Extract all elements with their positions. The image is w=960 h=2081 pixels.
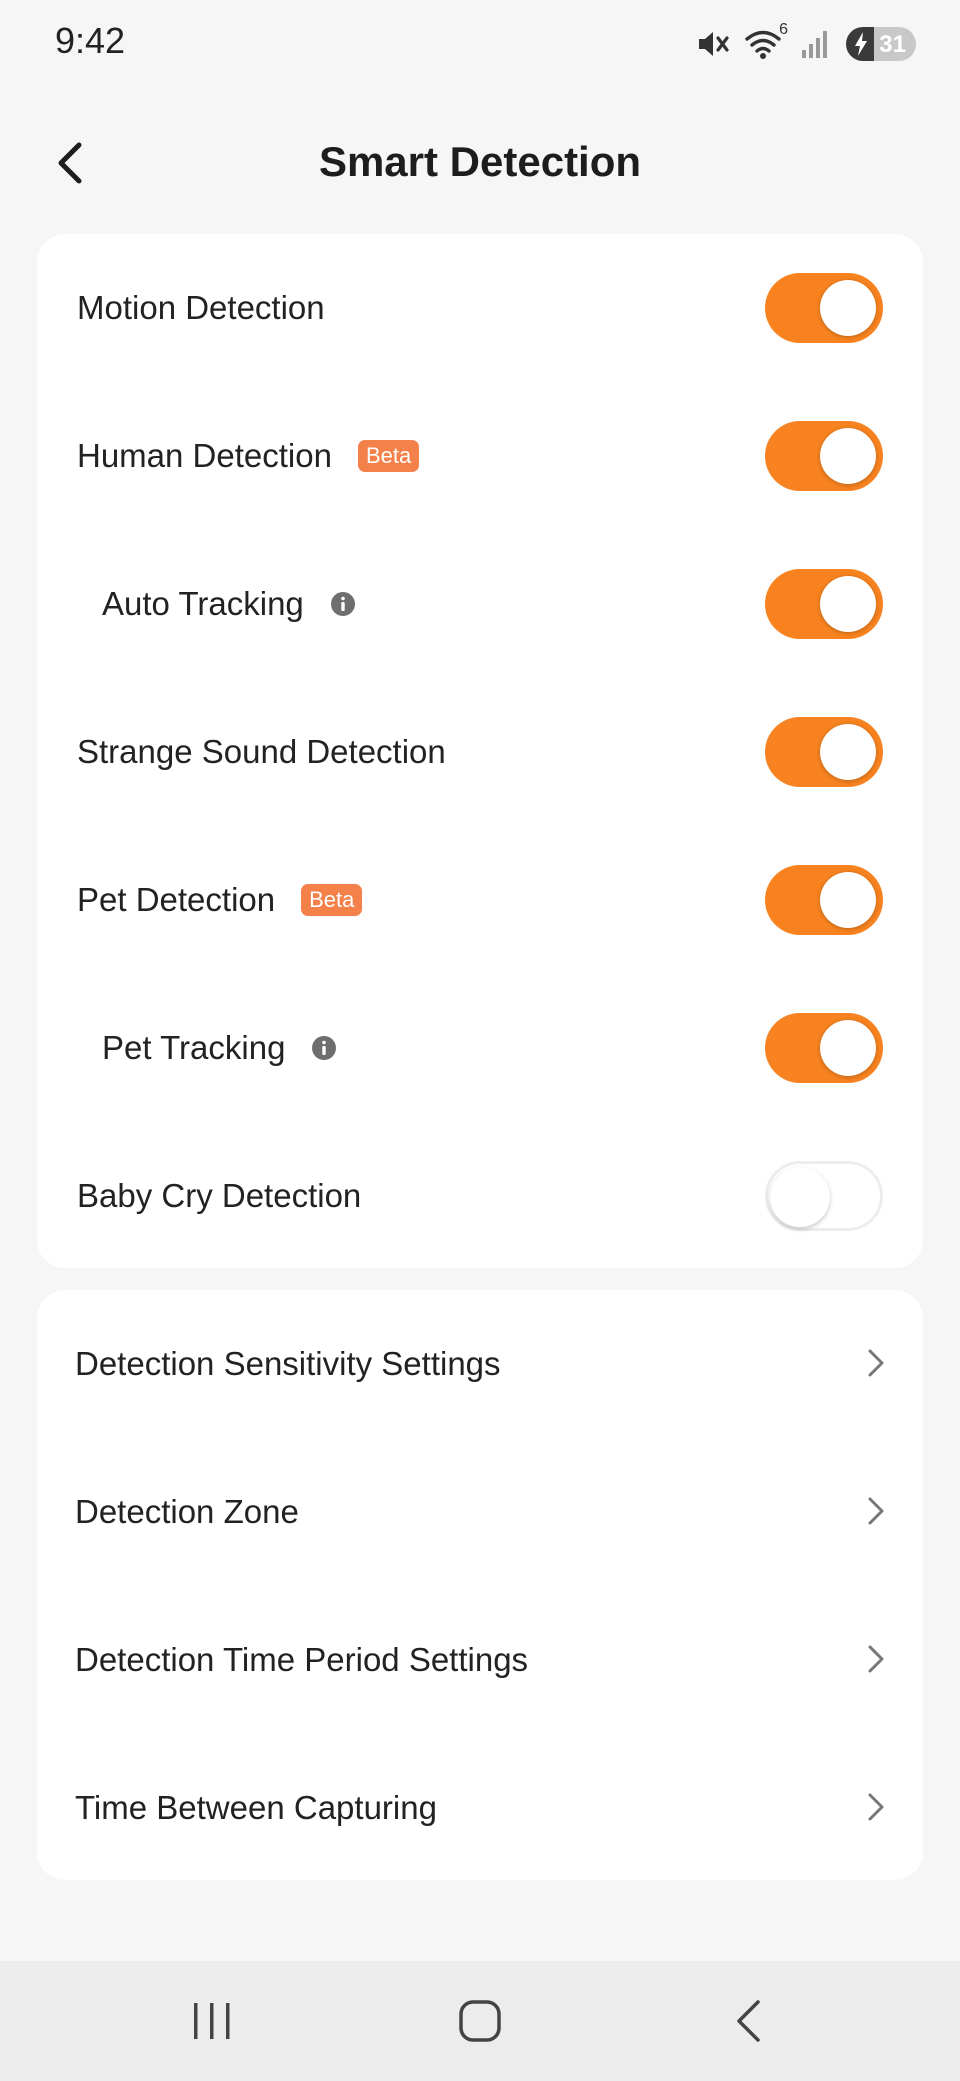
human-detection-toggle[interactable] — [765, 421, 883, 491]
toggle-row-strange-sound-detection: Strange Sound Detection — [37, 678, 923, 826]
wifi-badge: 6 — [779, 21, 788, 38]
toggle-row-human-detection: Human Detection Beta — [37, 382, 923, 530]
detection-zone-link[interactable]: Detection Zone — [37, 1438, 923, 1586]
status-time: 9:42 — [55, 20, 126, 61]
chevron-right-icon — [867, 1644, 885, 1679]
home-button[interactable] — [450, 1993, 510, 2053]
toggle-knob — [820, 576, 876, 632]
settings-links-card: Detection Sensitivity Settings Detection… — [37, 1290, 923, 1880]
row-label: Pet Detection — [77, 881, 276, 918]
auto-tracking-toggle[interactable] — [765, 569, 883, 639]
info-icon[interactable] — [330, 591, 356, 617]
chevron-right-icon — [867, 1348, 885, 1383]
signal-icon — [800, 28, 832, 60]
wifi-icon: 6 — [744, 21, 788, 61]
page-title: Smart Detection — [318, 138, 642, 185]
row-label: Pet Tracking — [102, 1029, 286, 1066]
recents-icon — [190, 2001, 234, 2046]
row-label: Baby Cry Detection — [77, 1177, 362, 1214]
motion-detection-toggle[interactable] — [765, 273, 883, 343]
toggle-row-baby-cry-detection: Baby Cry Detection — [37, 1122, 923, 1270]
beta-badge: Beta — [301, 884, 363, 916]
mute-icon — [696, 28, 730, 60]
toggle-knob — [820, 428, 876, 484]
toggle-knob — [770, 1167, 830, 1227]
toggle-row-auto-tracking: Auto Tracking — [37, 530, 923, 678]
toggle-knob — [820, 724, 876, 780]
row-label: Detection Zone — [75, 1493, 299, 1530]
row-label: Human Detection — [77, 437, 332, 474]
system-nav-bar — [0, 1961, 960, 2081]
toggle-knob — [820, 1020, 876, 1076]
home-icon — [458, 1999, 502, 2048]
toggle-row-pet-detection: Pet Detection Beta — [37, 826, 923, 974]
back-icon — [731, 1998, 765, 2049]
status-bar: 9:42 6 31 — [0, 0, 960, 90]
detection-time-period-settings-link[interactable]: Detection Time Period Settings — [37, 1586, 923, 1734]
info-icon[interactable] — [311, 1035, 337, 1061]
row-label: Strange Sound Detection — [77, 733, 446, 770]
row-label: Motion Detection — [77, 289, 325, 326]
toggle-knob — [820, 872, 876, 928]
time-between-capturing-link[interactable]: Time Between Capturing — [37, 1734, 923, 1882]
detection-sensitivity-settings-link[interactable]: Detection Sensitivity Settings — [37, 1290, 923, 1438]
detection-toggles-card: Motion Detection Human Detection Beta Au… — [37, 234, 923, 1268]
status-icons: 6 31 — [696, 21, 916, 64]
row-label: Detection Time Period Settings — [75, 1641, 529, 1678]
beta-badge: Beta — [357, 440, 420, 472]
battery-icon: 31 — [846, 27, 916, 61]
row-label: Time Between Capturing — [75, 1789, 437, 1826]
chevron-right-icon — [867, 1792, 885, 1827]
pet-tracking-toggle[interactable] — [765, 1013, 883, 1083]
chevron-right-icon — [867, 1496, 885, 1531]
system-back-button[interactable] — [718, 1993, 778, 2053]
header: Smart Detection — [0, 110, 960, 220]
strange-sound-detection-toggle[interactable] — [765, 717, 883, 787]
pet-detection-toggle[interactable] — [765, 865, 883, 935]
battery-level: 31 — [879, 31, 906, 58]
toggle-row-pet-tracking: Pet Tracking — [37, 974, 923, 1122]
smart-detection-screen: 9:42 6 31 Smart Detection Motion Detecti… — [0, 0, 960, 2081]
row-label: Detection Sensitivity Settings — [75, 1345, 501, 1382]
recents-button[interactable] — [182, 1993, 242, 2053]
baby-cry-detection-toggle[interactable] — [765, 1161, 883, 1231]
toggle-row-motion-detection: Motion Detection — [37, 234, 923, 382]
row-label: Auto Tracking — [102, 585, 304, 622]
toggle-knob — [820, 280, 876, 336]
